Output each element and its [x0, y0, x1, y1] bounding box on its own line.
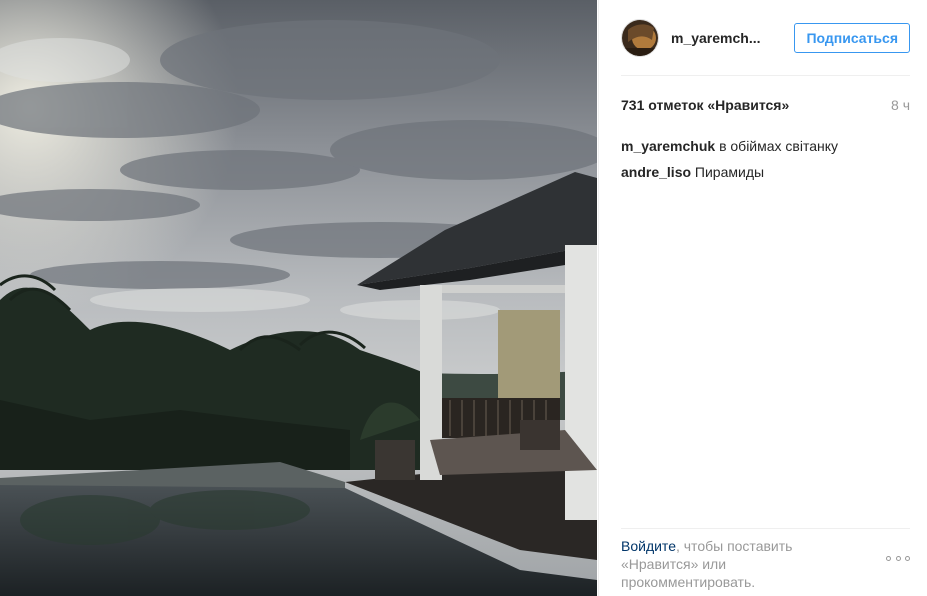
post-header: m_yaremch... Подписаться — [621, 0, 910, 76]
post-photo[interactable] — [0, 0, 597, 596]
post-details-panel: m_yaremch... Подписаться 731 отметок «Нр… — [598, 0, 927, 596]
login-link[interactable]: Войдите — [621, 538, 676, 554]
likes-row: 731 отметок «Нравится» 8 ч — [621, 96, 910, 114]
dot-icon — [895, 555, 901, 561]
comment: andre_liso Пирамиды — [621, 159, 910, 185]
comment-text: Пирамиды — [694, 164, 765, 180]
username[interactable]: m_yaremch... — [671, 30, 771, 46]
photo-illustration — [0, 0, 597, 596]
comment: m_yaremchuk в обіймах світанку — [621, 133, 910, 159]
more-options-icon[interactable] — [886, 553, 910, 563]
post-footer: Войдите, чтобы поставить «Нравится» или … — [621, 528, 910, 596]
comments-list: m_yaremchuk в обіймах світанку andre_lis… — [621, 133, 910, 185]
comment-text: в обіймах світанку — [719, 138, 839, 154]
post-time[interactable]: 8 ч — [891, 97, 910, 113]
avatar-image — [622, 19, 658, 56]
follow-button[interactable]: Подписаться — [794, 22, 910, 53]
login-prompt: Войдите, чтобы поставить «Нравится» или … — [621, 537, 841, 591]
avatar[interactable] — [621, 18, 659, 57]
comment-username[interactable]: m_yaremchuk — [621, 138, 715, 154]
likes-count[interactable]: 731 отметок «Нравится» — [621, 97, 789, 113]
dot-icon — [886, 555, 891, 561]
comment-username[interactable]: andre_liso — [621, 164, 691, 180]
dot-icon — [905, 555, 910, 561]
